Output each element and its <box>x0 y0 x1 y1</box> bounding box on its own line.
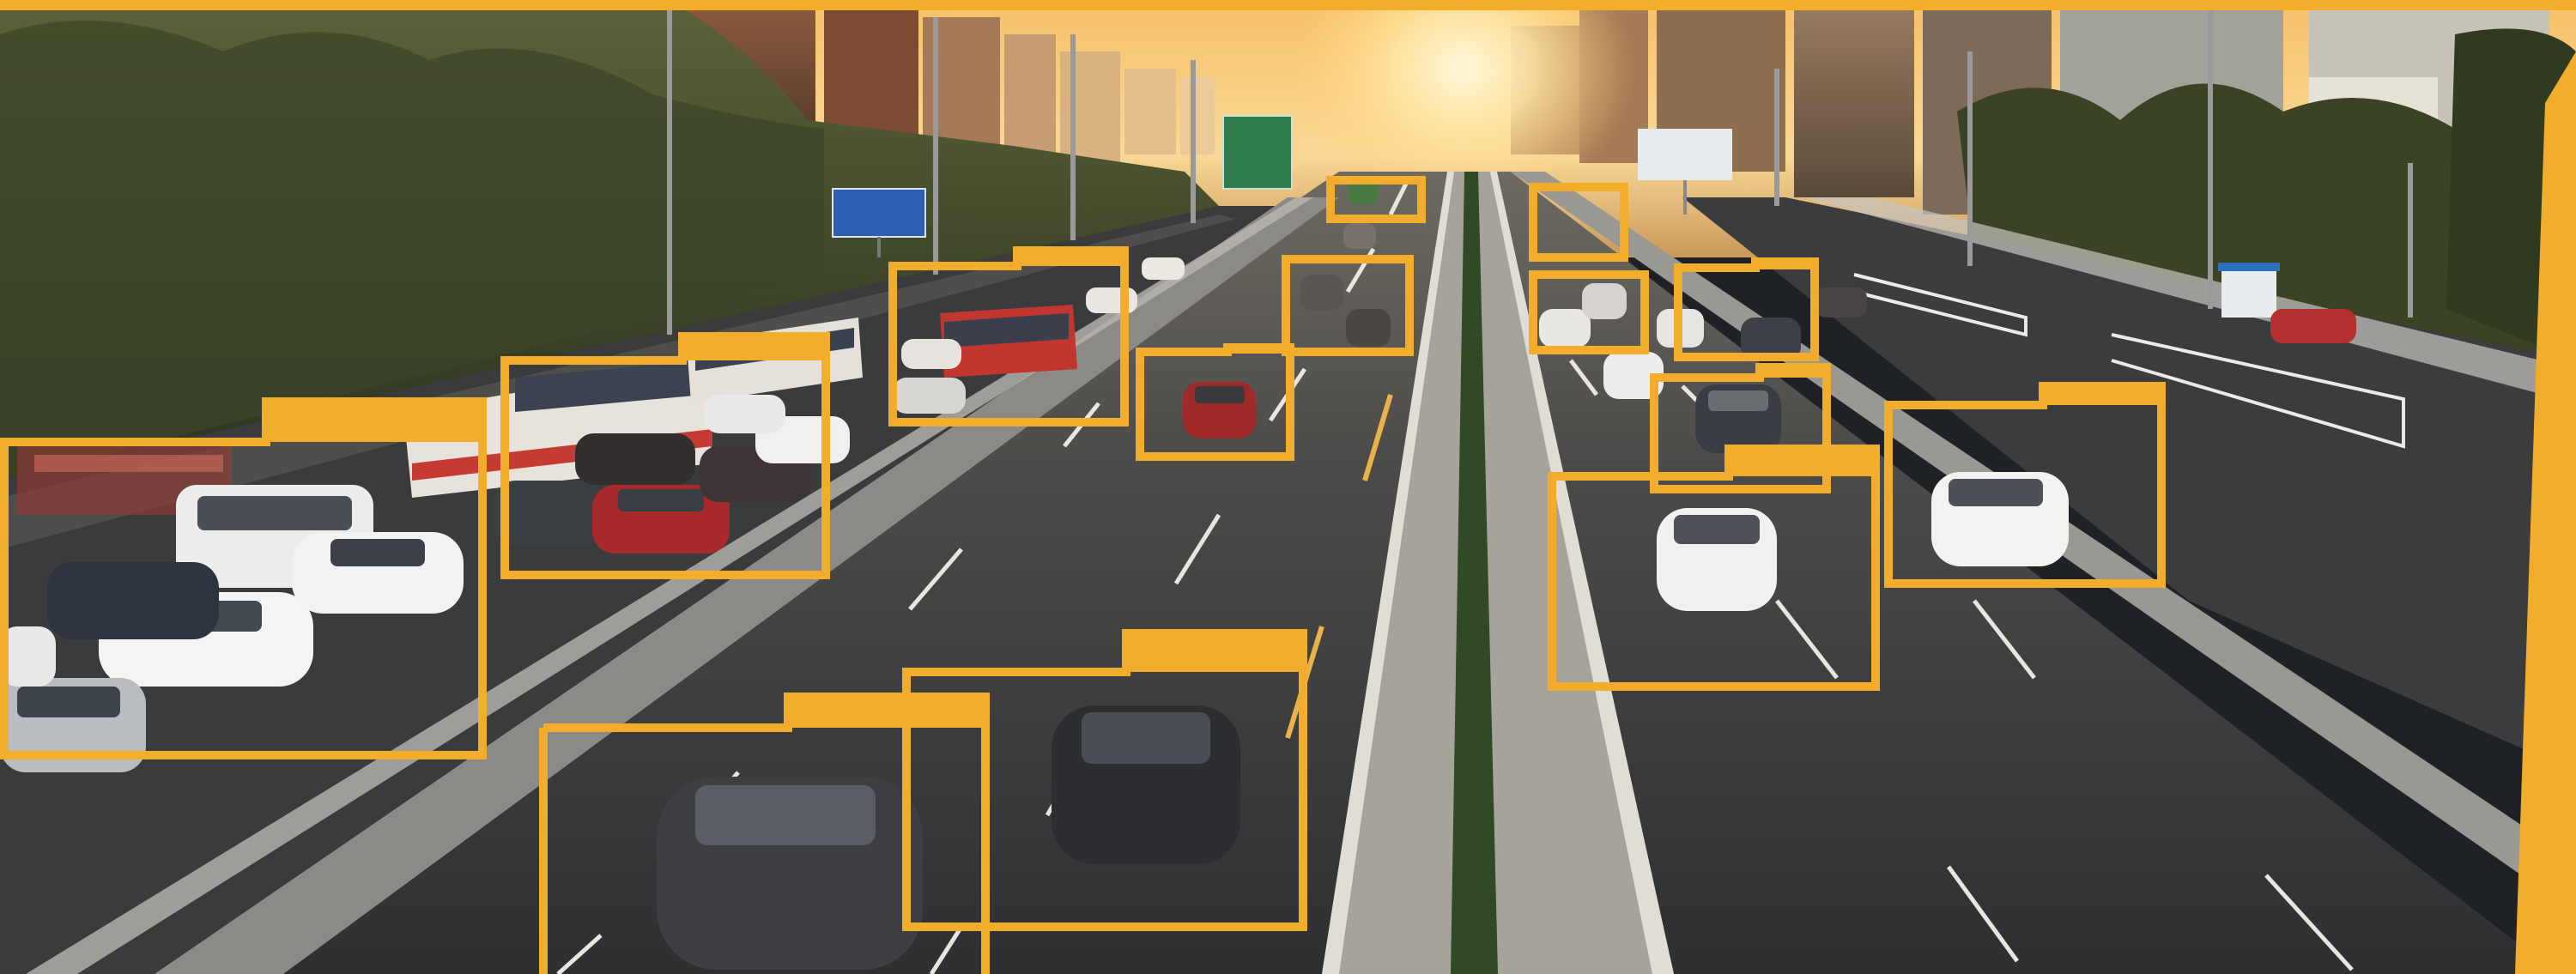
car <box>704 395 785 433</box>
car <box>575 433 695 485</box>
car <box>893 378 966 414</box>
car <box>1931 472 2069 566</box>
top-frame-bar <box>0 0 2576 10</box>
car <box>1346 309 1391 347</box>
car <box>292 532 464 614</box>
car <box>1343 223 1376 249</box>
car <box>1142 257 1185 280</box>
car <box>1086 287 1137 313</box>
car <box>1657 508 1777 611</box>
kiosk <box>2218 263 2280 318</box>
bus-center <box>940 305 1077 378</box>
car <box>1582 283 1627 319</box>
car <box>1183 382 1256 439</box>
car <box>1695 384 1781 453</box>
car <box>2270 309 2356 343</box>
green-road-sign <box>1222 115 1293 190</box>
car <box>1300 275 1343 311</box>
car <box>494 481 605 545</box>
car <box>1348 182 1379 204</box>
car <box>1539 309 1591 348</box>
car <box>1052 705 1240 864</box>
car <box>47 562 219 639</box>
highway-scene <box>0 0 2576 974</box>
highway-photo <box>0 0 2576 974</box>
car <box>901 339 961 369</box>
car <box>1815 287 1867 318</box>
car <box>657 777 923 970</box>
